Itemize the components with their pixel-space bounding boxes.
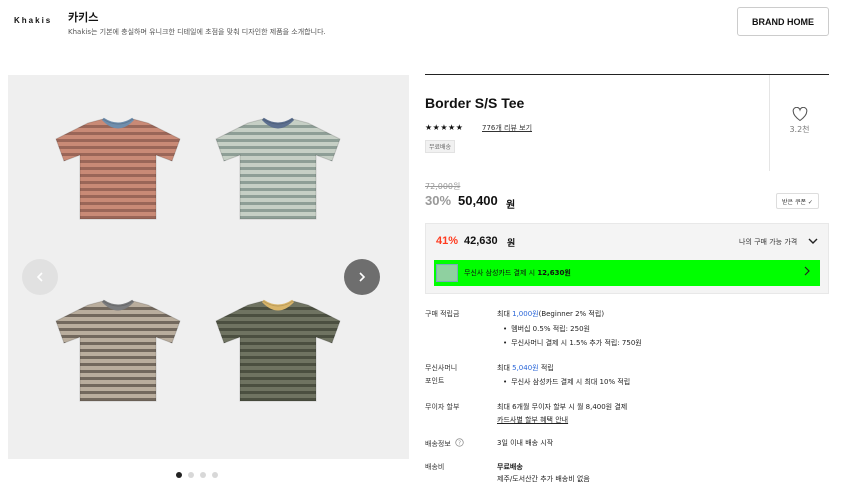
points-bullet-1: 멤버십 0.5% 적립: 250원	[503, 324, 590, 334]
discount-rate: 30%	[425, 193, 452, 208]
sale-price: 50,400	[458, 193, 498, 208]
chevron-right-icon	[359, 272, 366, 282]
points-max: 최대 1,000원(Beginner 2% 적립)	[497, 310, 605, 318]
product-info-panel: Border S/S Tee ★★★★★ 776개 리뷰 보기 무료배송 3.2…	[425, 74, 829, 493]
card-image	[436, 264, 458, 282]
chevron-left-icon	[36, 272, 43, 282]
my-price-unit: 원	[507, 239, 516, 249]
delivery-info-label: 배송정보 ?	[425, 438, 464, 449]
delivery-fee-label: 배송비	[425, 463, 445, 471]
my-discount-rate: 41%	[436, 235, 459, 247]
brand-logo[interactable]: Khakis	[14, 16, 52, 25]
installment-benefit-link[interactable]: 카드사별 할부 혜택 안내	[497, 415, 568, 425]
installment-info: 최대 6개월 무이자 할부 시 월 8,400원 결제	[497, 403, 628, 411]
gallery-next-button[interactable]	[344, 259, 380, 295]
like-count: 3.2천	[789, 125, 810, 134]
free-shipping-badge: 무료배송	[425, 140, 456, 153]
svg-text:?: ?	[458, 440, 461, 446]
rating-stars: ★★★★★	[425, 123, 464, 132]
pagination-dot[interactable]	[200, 472, 206, 478]
sale-price-unit: 원	[506, 200, 516, 211]
original-price: 72,000원	[425, 182, 461, 191]
delivery-info-value: 3일 이내 배송 시작	[497, 439, 554, 447]
product-image-shirt-1	[55, 117, 181, 220]
pagination-dot[interactable]	[176, 472, 182, 478]
delivery-fee-free: 무료배송	[497, 463, 523, 471]
money-max: 최대 5,040원 적립	[497, 364, 554, 372]
pagination-dot[interactable]	[188, 472, 194, 478]
money-label-1: 무신사머니	[425, 364, 458, 372]
installment-label: 무이자 할부	[425, 403, 460, 411]
gallery-pagination-dots	[176, 472, 218, 478]
delivery-fee-note: 제주/도서산간 추가 배송비 없음	[497, 475, 590, 483]
product-image-shirt-2	[215, 117, 341, 220]
money-label-2: 포인트	[425, 377, 445, 385]
points-label: 구매 적립금	[425, 310, 460, 318]
my-price-toggle[interactable]: 나의 구매 가능 가격	[739, 237, 797, 247]
product-image-shirt-4	[215, 299, 341, 402]
product-title: Border S/S Tee	[425, 95, 525, 111]
product-image-shirt-3	[55, 299, 181, 402]
received-coupon-button[interactable]: 받은 쿠폰 ✓	[776, 193, 819, 209]
reviews-link[interactable]: 776개 리뷰 보기	[482, 123, 532, 133]
chevron-right-icon	[804, 266, 810, 276]
money-bullet-1: 무신사 삼성카드 결제 시 최대 10% 적립	[503, 377, 630, 387]
help-icon[interactable]: ?	[455, 438, 464, 447]
brand-description: Khakis는 기본에 충실하며 유니크한 디테일에 초점을 맞춰 디자인한 제…	[68, 28, 326, 36]
product-image-gallery[interactable]	[8, 75, 409, 459]
heart-icon	[792, 107, 807, 122]
brand-name[interactable]: 카키스	[68, 9, 98, 25]
gallery-prev-button[interactable]	[22, 259, 58, 295]
chevron-down-icon[interactable]	[808, 237, 818, 245]
brand-home-button[interactable]: BRAND HOME	[737, 7, 829, 36]
points-bullet-2: 무신사머니 결제 시 1.5% 추가 적립: 750원	[503, 338, 642, 348]
my-price: 42,630	[464, 235, 498, 247]
my-price-box: 41% 42,630 원 나의 구매 가능 가격 무신사 삼성카드 결제 시 1…	[425, 223, 829, 294]
samsung-card-banner[interactable]: 무신사 삼성카드 결제 시 12,630원	[434, 260, 820, 286]
card-banner-text: 무신사 삼성카드 결제 시 12,630원	[464, 269, 571, 277]
like-button[interactable]: 3.2천	[769, 75, 829, 171]
pagination-dot[interactable]	[212, 472, 218, 478]
